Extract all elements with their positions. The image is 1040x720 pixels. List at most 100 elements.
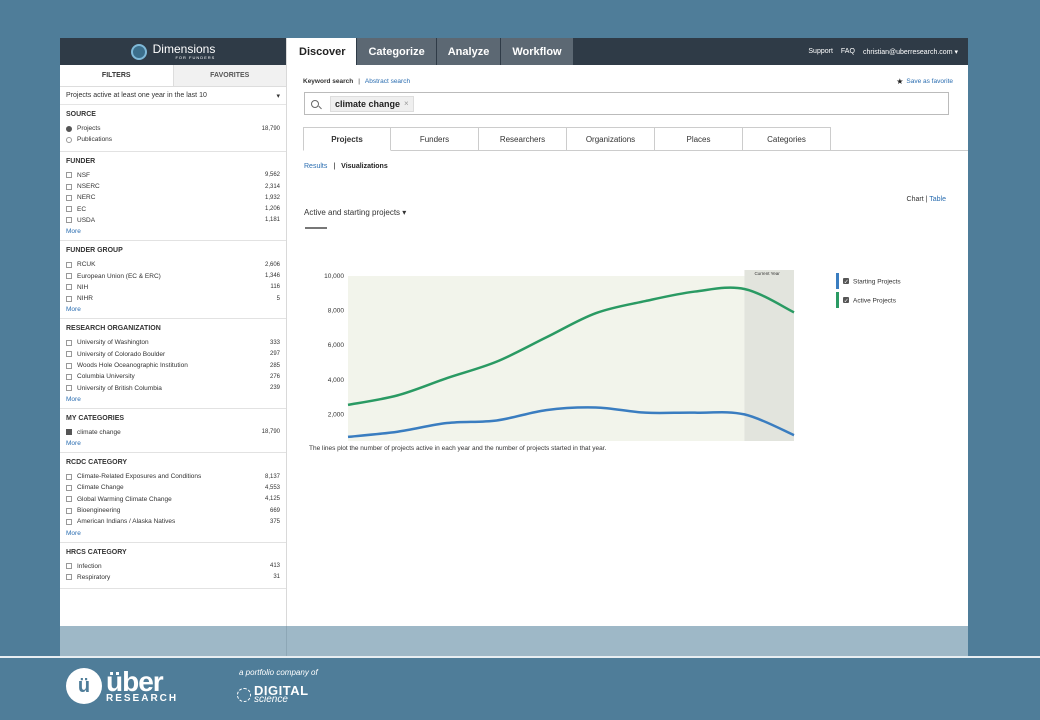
more-link[interactable]: More xyxy=(66,530,280,537)
nav-tab-workflow[interactable]: Workflow xyxy=(501,38,574,65)
more-link[interactable]: More xyxy=(66,228,280,235)
filter-item[interactable]: NERC 1,932 xyxy=(66,192,280,203)
filter-item[interactable]: NSF 9,562 xyxy=(66,170,280,181)
filter-item[interactable]: Bioengineering 669 xyxy=(66,505,280,516)
filter-item-count: 375 xyxy=(269,518,280,525)
tab-researchers[interactable]: Researchers xyxy=(479,127,567,151)
more-link[interactable]: More xyxy=(66,396,280,403)
abstract-search-link[interactable]: Abstract search xyxy=(365,78,410,85)
filter-item-label: Climate-Related Exposures and Conditions xyxy=(77,473,202,481)
check-icon: ✓ xyxy=(844,298,849,305)
filter-section: RCDC CATEGORY Climate-Related Exposures a… xyxy=(60,453,286,543)
filter-item[interactable]: Columbia University 276 xyxy=(66,371,280,382)
filter-item-label: NSF xyxy=(77,171,90,179)
search-input[interactable]: climate change × xyxy=(304,92,949,115)
filter-item[interactable]: climate change 18,790 xyxy=(66,427,280,438)
checkbox[interactable] xyxy=(66,261,72,268)
tab-categories[interactable]: Categories xyxy=(743,127,831,151)
tab-organizations[interactable]: Organizations xyxy=(567,127,655,151)
filter-item[interactable]: European Union (EC & ERC) 1,346 xyxy=(66,270,280,281)
filter-section-title: RCDC CATEGORY xyxy=(66,459,128,467)
filter-item-count: 1,206 xyxy=(264,206,280,213)
results-link[interactable]: Results xyxy=(304,163,327,170)
chart-title: Active and starting projects xyxy=(304,208,401,217)
table-view-link[interactable]: Table xyxy=(929,196,946,203)
checkbox[interactable] xyxy=(66,484,72,491)
filter-item[interactable]: University of British Columbia 239 xyxy=(66,382,280,393)
footer-fade xyxy=(60,626,968,656)
checkbox[interactable] xyxy=(66,217,72,224)
user-menu[interactable]: christian@uberresearch.com ▾ xyxy=(863,48,958,56)
filter-item[interactable]: Respiratory 31 xyxy=(66,572,280,583)
filter-item[interactable]: Publications xyxy=(66,134,280,145)
nav-tab-analyze[interactable]: Analyze xyxy=(436,38,502,65)
checkbox[interactable] xyxy=(66,339,72,346)
nav-tab-discover[interactable]: Discover xyxy=(288,38,358,65)
checkbox[interactable] xyxy=(66,362,72,369)
radio-button[interactable] xyxy=(66,125,72,132)
filter-item[interactable]: Climate Change 4,553 xyxy=(66,482,280,493)
dimensions-logo[interactable]: Dimensions FOR FUNDERS xyxy=(60,38,286,65)
remove-term-icon[interactable]: × xyxy=(404,99,409,108)
top-right-links: Support FAQ christian@uberresearch.com ▾ xyxy=(808,38,968,65)
faq-link[interactable]: FAQ xyxy=(841,48,855,55)
chart-type-select[interactable]: Active and starting projects ▾ xyxy=(304,208,406,217)
filter-item[interactable]: Woods Hole Oceanographic Institution 285 xyxy=(66,360,280,371)
checkbox[interactable] xyxy=(66,563,72,570)
filter-item-count: 8,137 xyxy=(264,473,280,480)
checkbox[interactable] xyxy=(66,518,72,525)
filter-item[interactable]: Infection 413 xyxy=(66,561,280,572)
checkbox[interactable] xyxy=(66,385,72,392)
tab-projects[interactable]: Projects xyxy=(303,127,391,151)
more-link[interactable]: More xyxy=(66,440,280,447)
filter-item[interactable]: USDA 1,181 xyxy=(66,215,280,226)
nav-tab-categorize[interactable]: Categorize xyxy=(357,38,437,65)
checkbox[interactable] xyxy=(66,574,72,581)
checkbox[interactable] xyxy=(66,473,72,480)
filter-item[interactable]: RCUK 2,606 xyxy=(66,259,280,270)
radio-button[interactable] xyxy=(66,136,72,143)
keyword-search-link[interactable]: Keyword search xyxy=(303,78,353,85)
visualizations-link[interactable]: Visualizations xyxy=(341,163,388,170)
period-select[interactable]: Projects active at least one year in the… xyxy=(60,87,286,105)
plot-background xyxy=(348,276,794,441)
tab-places[interactable]: Places xyxy=(655,127,743,151)
more-link[interactable]: More xyxy=(66,306,280,313)
ds-logo-sub: science xyxy=(254,694,288,705)
checkbox[interactable] xyxy=(66,194,72,201)
checkbox[interactable] xyxy=(66,429,72,436)
save-favorite-link[interactable]: ★ Save as favorite xyxy=(896,77,953,86)
filter-item-count: 276 xyxy=(269,373,280,380)
checkbox[interactable] xyxy=(66,507,72,514)
tab-filters[interactable]: FILTERS xyxy=(60,65,173,86)
filter-item[interactable]: Projects 18,790 xyxy=(66,123,280,134)
checkbox[interactable] xyxy=(66,183,72,190)
filter-item[interactable]: University of Colorado Boulder 297 xyxy=(66,349,280,360)
checkbox[interactable] xyxy=(66,496,72,503)
filter-section-title: SOURCE xyxy=(66,111,96,118)
checkbox[interactable] xyxy=(66,295,72,302)
tab-funders[interactable]: Funders xyxy=(391,127,479,151)
checkbox[interactable] xyxy=(66,206,72,213)
app-window: Dimensions FOR FUNDERS FILTERS FAVORITES… xyxy=(60,38,968,720)
filter-item[interactable]: University of Washington 333 xyxy=(66,337,280,348)
chart-view-link[interactable]: Chart xyxy=(907,196,924,203)
checkbox[interactable] xyxy=(66,172,72,179)
filter-item[interactable]: NSERC 2,314 xyxy=(66,181,280,192)
filter-item-count: 239 xyxy=(269,385,280,392)
filter-item[interactable]: Climate-Related Exposures and Conditions… xyxy=(66,471,280,482)
checkbox[interactable] xyxy=(66,351,72,358)
support-link[interactable]: Support xyxy=(808,48,833,55)
filter-item[interactable]: EC 1,206 xyxy=(66,203,280,214)
filter-item-count: 18,790 xyxy=(261,429,280,436)
checkbox[interactable] xyxy=(66,284,72,291)
checkbox[interactable] xyxy=(66,273,72,280)
tab-favorites[interactable]: FAVORITES xyxy=(172,65,286,86)
filter-item[interactable]: American Indians / Alaska Natives 375 xyxy=(66,516,280,527)
filter-item[interactable]: Global Warming Climate Change 4,125 xyxy=(66,494,280,505)
filter-item[interactable]: NIH 116 xyxy=(66,282,280,293)
search-term-chip[interactable]: climate change × xyxy=(330,95,414,112)
checkbox[interactable] xyxy=(66,373,72,380)
filter-item[interactable]: NIHR 5 xyxy=(66,293,280,304)
line-chart: Current Year02,0004,0006,0008,00010,0002… xyxy=(324,270,901,441)
